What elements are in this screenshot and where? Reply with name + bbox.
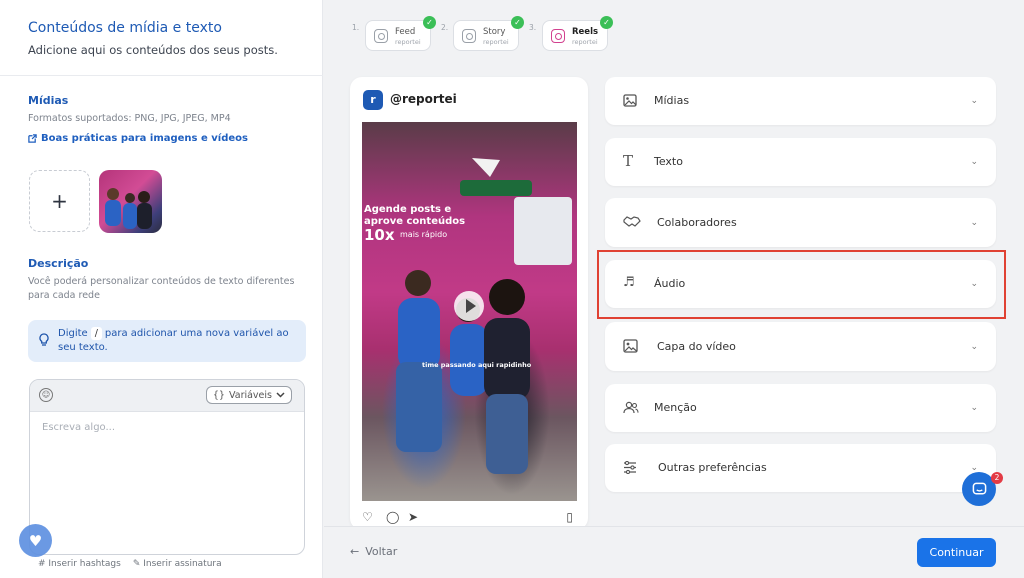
instagram-icon (462, 29, 476, 43)
accordion-label: Outras preferências (658, 461, 767, 474)
thumbnail-image (105, 188, 152, 229)
step-name: Reels (572, 27, 599, 37)
panel-header: Conteúdos de mídia e texto Adicione aqui… (0, 0, 323, 76)
reel-video[interactable]: Agende posts e aprove conteúdos 10x mais… (362, 122, 577, 501)
assistant-fab[interactable]: ♥ (19, 524, 52, 557)
insert-signature-button[interactable]: ✎ Inserir assinatura (133, 559, 222, 569)
accordion-label: Menção (654, 401, 697, 414)
play-button[interactable] (454, 291, 484, 321)
accordion-mencao[interactable]: Menção ⌄ (605, 384, 996, 432)
media-thumbnail[interactable] (99, 170, 162, 233)
plus-icon: + (51, 189, 68, 213)
step-handle: reportei (572, 38, 598, 46)
step-name: Feed (395, 27, 416, 37)
step-handle: reportei (395, 38, 421, 46)
highlight-box (597, 250, 1006, 319)
media-guidelines-label: Boas práticas para imagens e vídeos (41, 133, 248, 144)
text-icon: T (623, 152, 634, 170)
post-preview: r @reportei Agende posts e aprove conteú… (350, 77, 588, 530)
instagram-icon (374, 29, 388, 43)
accordion-texto[interactable]: T Texto ⌄ (605, 138, 996, 186)
emoji-icon[interactable]: ☺ (39, 388, 53, 402)
instagram-icon (551, 29, 565, 43)
bookmark-icon[interactable]: ▯ (566, 510, 573, 524)
chat-icon (972, 482, 986, 494)
accordion-capa-do-video[interactable]: Capa do vídeo ⌄ (605, 322, 996, 371)
accordion-midias[interactable]: Mídias ⌄ (605, 77, 996, 125)
hand-heart-icon: ♥ (28, 531, 43, 550)
accordion-label: Colaboradores (657, 216, 737, 229)
chevron-down-icon: ⌄ (970, 96, 978, 106)
lightbulb-icon (39, 333, 49, 346)
panel-subtitle: Adicione aqui os conteúdos dos seus post… (28, 43, 278, 57)
insert-hashtags-button[interactable]: # Inserir hashtags (38, 559, 121, 569)
continue-button[interactable]: Continuar (917, 538, 996, 567)
variables-dropdown[interactable]: {} Variáveis (205, 386, 292, 404)
check-icon: ✓ (423, 16, 436, 29)
step-name: Story (483, 27, 506, 37)
tip-text-1: Digite (58, 328, 88, 339)
tip-slash-key: / (90, 327, 102, 340)
chat-unread-badge: 2 (991, 472, 1003, 484)
chevron-down-icon: ⌄ (970, 342, 978, 352)
variables-label: Variáveis (228, 389, 272, 401)
chevron-down-icon: ⌄ (970, 218, 978, 228)
insert-signature-label: Inserir assinatura (143, 559, 222, 569)
check-icon: ✓ (511, 16, 524, 29)
check-icon: ✓ (600, 16, 613, 29)
step-story[interactable]: Story reportei ✓ (453, 16, 524, 51)
reel-caption: time passando aqui rapidinho (422, 361, 532, 369)
profile-avatar: r (363, 90, 383, 110)
sliders-icon (624, 461, 636, 474)
content-panel: Conteúdos de mídia e texto Adicione aqui… (0, 0, 323, 578)
chevron-down-icon (276, 392, 285, 398)
media-guidelines-link[interactable]: Boas práticas para imagens e vídeos (28, 133, 248, 144)
insert-hashtags-label: Inserir hashtags (48, 559, 121, 569)
media-section-title: Mídias (28, 94, 69, 107)
variable-tip: Digite / para adicionar uma nova variável … (28, 320, 306, 362)
description-help-text: Você poderá personalizar conteúdos de te… (28, 276, 295, 301)
step-number: 1. (352, 23, 360, 32)
step-reels[interactable]: Reels reportei ✓ (542, 16, 613, 51)
add-media-button[interactable]: + (29, 170, 90, 232)
handshake-icon (623, 216, 641, 227)
accordion-label: Capa do vídeo (657, 340, 736, 353)
accordion-label: Mídias (654, 94, 690, 107)
comment-icon[interactable]: ◯ (386, 510, 399, 524)
step-number: 2. (441, 23, 449, 32)
external-link-icon (28, 134, 37, 143)
editor-toolbar: ☺ {} Variáveis (30, 380, 304, 412)
braces-icon: {} (212, 389, 225, 401)
image-icon (623, 94, 637, 107)
back-label: Voltar (365, 545, 398, 558)
step-feed[interactable]: Feed reportei ✓ (365, 16, 436, 51)
arrow-left-icon: ← (350, 545, 360, 558)
description-section-title: Descrição (28, 257, 89, 270)
panel-title: Conteúdos de mídia e texto (28, 20, 222, 36)
chevron-down-icon: ⌄ (970, 403, 978, 413)
accordion-label: Texto (654, 155, 683, 168)
description-editor: ☺ {} Variáveis Escreva algo... (29, 379, 305, 555)
back-button[interactable]: ← Voltar (350, 545, 397, 558)
media-formats-text: Formatos suportados: PNG, JPG, JPEG, MP4 (28, 113, 231, 124)
step-handle: reportei (483, 38, 509, 46)
post-actions: ♡ ◯ ➤ ▯ (362, 510, 577, 526)
share-icon[interactable]: ➤ (408, 510, 418, 524)
editor-footer: # Inserir hashtags ✎ Inserir assinatura (38, 559, 222, 569)
image-icon (623, 339, 638, 353)
users-icon (623, 401, 639, 414)
accordion-colaboradores[interactable]: Colaboradores ⌄ (605, 198, 996, 247)
heart-icon[interactable]: ♡ (362, 510, 373, 524)
accordion-outras-preferencias[interactable]: Outras preferências ⌄ (605, 444, 996, 492)
description-textarea[interactable]: Escreva algo... (42, 422, 115, 433)
profile-handle: @reportei (390, 92, 457, 106)
chevron-down-icon: ⌄ (970, 157, 978, 167)
step-number: 3. (529, 23, 537, 32)
